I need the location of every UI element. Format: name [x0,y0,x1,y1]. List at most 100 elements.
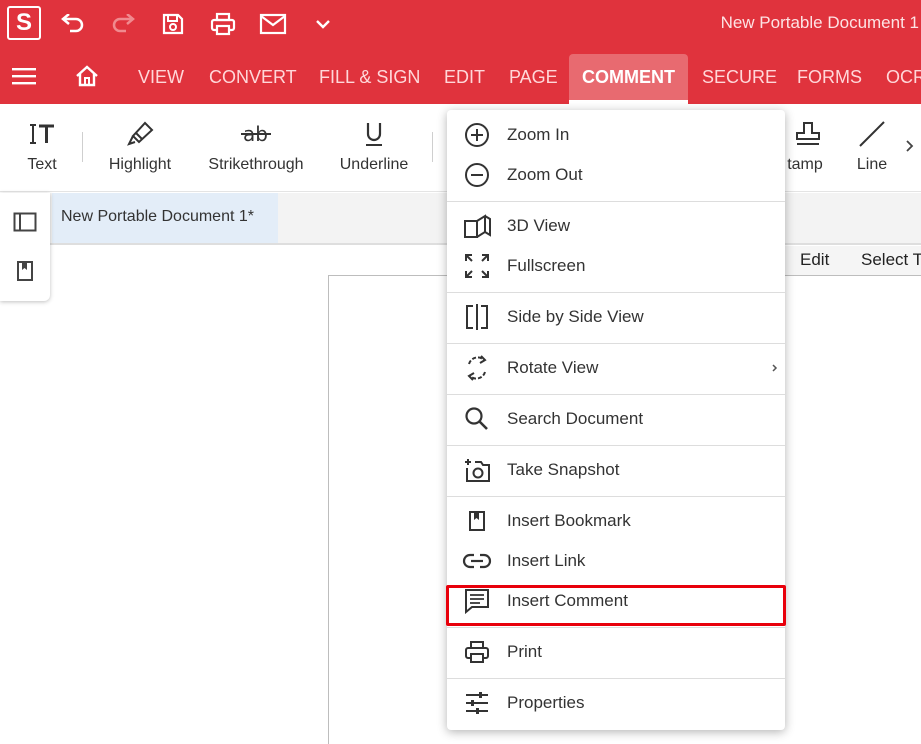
redo-button[interactable] [108,10,138,38]
menu-item-side-by-side[interactable]: Side by Side View [447,297,785,337]
menu-divider [447,627,785,628]
strikethrough-icon: ab [241,122,271,146]
zoom-out-icon [465,163,489,187]
tab-fill-sign[interactable]: FILL & SIGN [319,48,420,104]
insert-comment-highlight-outline [446,585,786,626]
strikethrough-tool-button[interactable]: ab Strikethrough [204,104,308,192]
bookmark-icon [17,261,33,281]
strikethrough-tool-label: Strikethrough [208,156,304,173]
zoom-in-icon [465,123,489,147]
hamburger-icon [12,68,36,85]
menu-item-3d-view[interactable]: 3D View [447,206,785,246]
chevron-down-icon [316,20,330,29]
menu-item-label: Zoom Out [507,165,583,184]
ribbon-scroll-right-icon[interactable] [905,138,915,154]
bookmarks-panel-button[interactable] [12,258,38,284]
title-bar: S New Portable Document 1 [0,0,921,48]
bookmark-icon [469,511,485,531]
3d-view-icon [464,214,491,238]
menu-item-take-snapshot[interactable]: Take Snapshot [447,450,785,490]
toggle-panel-button[interactable] [12,209,38,235]
menu-item-label: Rotate View [507,358,599,377]
panel-icon [13,212,37,232]
app-logo[interactable]: S [7,6,41,40]
menu-item-label: Zoom In [507,125,570,144]
highlight-tool-label: Highlight [108,156,172,173]
line-tool-label: Line [856,156,888,173]
menu-item-insert-bookmark[interactable]: Insert Bookmark [447,501,785,541]
save-button[interactable] [158,10,188,38]
edit-mode-button[interactable]: Edit [800,250,829,270]
redo-icon [112,14,135,33]
underline-tool-button[interactable]: Underline [334,104,414,192]
menu-divider [447,292,785,293]
menu-item-search-document[interactable]: Search Document [447,399,785,439]
stamp-tool-label: tamp [787,156,823,173]
hamburger-menu-button[interactable] [10,64,38,88]
menu-item-label: 3D View [507,216,570,235]
tab-page[interactable]: PAGE [509,48,558,104]
print-button[interactable] [208,10,238,38]
save-icon [162,13,184,35]
ribbon-separator [432,132,433,162]
menu-item-label: Side by Side View [507,307,644,326]
tab-ocr[interactable]: OCR [886,48,921,104]
menu-item-properties[interactable]: Properties [447,683,785,723]
quick-access-dropdown[interactable] [308,10,338,38]
print-icon [465,641,489,663]
menu-item-label: Take Snapshot [507,460,620,479]
properties-icon [466,692,488,714]
home-icon [76,65,98,87]
underline-icon [366,123,382,146]
menu-item-zoom-in[interactable]: Zoom In [447,115,785,155]
menu-item-label: Properties [507,693,585,712]
tab-edit[interactable]: EDIT [444,48,485,104]
menu-item-insert-link[interactable]: Insert Link [447,541,785,581]
highlighter-icon [127,121,154,146]
menu-bar: VIEW CONVERT FILL & SIGN EDIT PAGE COMME… [0,48,921,104]
menu-divider [447,394,785,395]
chevron-right-icon [772,364,778,372]
menu-divider [447,343,785,344]
print-icon [210,12,236,36]
menu-item-label: Fullscreen [507,256,586,275]
text-tool-button[interactable]: Text [12,104,72,192]
rotate-icon [467,355,487,381]
home-button[interactable] [72,63,102,89]
menu-divider [447,496,785,497]
undo-button[interactable] [58,10,88,38]
tab-forms[interactable]: FORMS [797,48,862,104]
menu-item-label: Insert Bookmark [507,511,631,530]
tab-view[interactable]: VIEW [138,48,184,104]
line-icon [859,121,885,147]
menu-divider [447,678,785,679]
window-title: New Portable Document 1 [720,13,919,32]
undo-icon [61,14,84,33]
tab-convert[interactable]: CONVERT [209,48,297,104]
document-tab[interactable]: New Portable Document 1* [52,193,278,243]
menu-divider [447,445,785,446]
tab-comment[interactable]: COMMENT [569,54,688,104]
menu-divider [447,201,785,202]
side-by-side-icon [466,304,488,330]
menu-item-rotate-view[interactable]: Rotate View [447,348,785,388]
menu-item-label: Insert Link [507,551,586,570]
view-options-menu: Zoom In Zoom Out 3D View Fullscreen Side… [447,110,785,730]
text-tool-label: Text [27,156,57,173]
menu-item-fullscreen[interactable]: Fullscreen [447,246,785,286]
menu-item-print[interactable]: Print [447,632,785,672]
text-tool-icon [30,124,54,144]
stamp-icon [796,122,820,145]
search-icon [465,407,488,430]
mail-icon [259,13,287,35]
camera-icon [465,459,490,482]
tab-secure[interactable]: SECURE [702,48,777,104]
side-panel [0,193,50,301]
line-tool-button[interactable]: Line [846,104,898,192]
menu-item-zoom-out[interactable]: Zoom Out [447,155,785,195]
email-button[interactable] [258,10,288,38]
highlight-tool-button[interactable]: Highlight [100,104,180,192]
select-text-button[interactable]: Select T [861,250,921,270]
menu-item-label: Search Document [507,409,644,428]
underline-tool-label: Underline [339,156,409,173]
